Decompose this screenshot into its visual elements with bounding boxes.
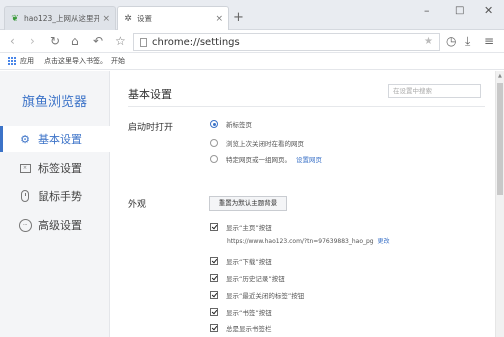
- page-icon: [140, 37, 147, 47]
- bookmark-import[interactable]: 点击这里导入书签。: [44, 56, 107, 66]
- scroll-up-arrow-icon[interactable]: ▲: [498, 73, 502, 79]
- title-bar: ❦ hao123_上网从这里开始 × ✲ 设置 × + – □ ✕: [0, 0, 504, 30]
- option-label: 新标签页: [226, 121, 252, 129]
- tab-hao123[interactable]: ❦ hao123_上网从这里开始 ×: [4, 6, 116, 30]
- homepage-url-row: https://www.hao123.com/?tn=97639883_hao_…: [227, 236, 390, 245]
- checkbox-label: 显示“下载”按钮: [226, 258, 272, 266]
- checkbox-label: 显示“历史记录”按钮: [226, 275, 285, 283]
- menu-icon[interactable]: ≡: [484, 34, 494, 48]
- checkbox-show-bookmark-bar[interactable]: 总是显示书签栏: [210, 323, 272, 333]
- bookmark-apps[interactable]: 应用: [20, 56, 34, 66]
- divider: [128, 106, 485, 107]
- bookmark-start[interactable]: 开始: [111, 56, 125, 66]
- new-tab-button[interactable]: +: [233, 10, 244, 25]
- radio-button[interactable]: [210, 120, 218, 128]
- change-homepage-link[interactable]: 更改: [378, 238, 390, 245]
- tab-icon: ×: [18, 161, 32, 175]
- brand-title: 旗鱼浏览器: [22, 95, 88, 110]
- checkbox-history-button[interactable]: 显示“历史记录”按钮: [210, 273, 285, 283]
- checkbox-label: 显示“主页”按钮: [226, 224, 272, 232]
- history-icon[interactable]: ◷: [446, 34, 456, 48]
- checkbox[interactable]: [210, 257, 218, 265]
- appearance-section-label: 外观: [128, 200, 147, 210]
- settings-search-input[interactable]: 在设置中搜索: [388, 84, 481, 98]
- sidebar-item-mouse[interactable]: 鼠标手势: [0, 183, 110, 209]
- checkbox[interactable]: [210, 324, 218, 332]
- sidebar-item-label: 基本设置: [38, 133, 82, 146]
- reset-theme-button[interactable]: 重置为默认主题背景: [209, 196, 287, 211]
- scrollbar[interactable]: ▲: [495, 71, 504, 337]
- url-text: chrome://settings: [152, 36, 240, 48]
- star-icon[interactable]: ★: [424, 36, 433, 47]
- undo-close-button[interactable]: ↶: [93, 34, 103, 48]
- checkbox-label: 总是显示书签栏: [226, 325, 272, 333]
- download-icon[interactable]: ⤓: [465, 34, 470, 49]
- startup-section-label: 启动时打开: [128, 123, 174, 133]
- close-window-button[interactable]: ✕: [484, 4, 493, 17]
- checkbox-recent-tabs-button[interactable]: 显示“最近关闭的标签”按钮: [210, 290, 304, 300]
- checkbox-download-button[interactable]: 显示“下载”按钮: [210, 256, 272, 266]
- address-bar[interactable]: chrome://settings ★: [133, 33, 440, 51]
- tab-settings[interactable]: ✲ 设置 ×: [117, 6, 229, 30]
- checkbox[interactable]: [210, 274, 218, 282]
- page-title: 基本设置: [128, 88, 172, 101]
- bookmarks-bar: 应用 点击这里导入书签。 开始: [0, 53, 504, 70]
- sidebar-item-label: 高级设置: [38, 219, 82, 232]
- checkbox-home-button[interactable]: 显示“主页”按钮: [210, 222, 272, 232]
- set-pages-link[interactable]: 设置网页: [296, 154, 322, 164]
- settings-sidebar: 旗鱼浏览器 ⚙ 基本设置 × 标签设置 鼠标手势 ··· 高级设置: [0, 71, 110, 337]
- sidebar-item-basic[interactable]: ⚙ 基本设置: [0, 126, 110, 152]
- forward-button[interactable]: ›: [30, 34, 35, 48]
- mouse-icon: [18, 189, 32, 203]
- checkbox[interactable]: [210, 308, 218, 316]
- reload-button[interactable]: ↻: [50, 34, 60, 48]
- leaf-icon: ❦: [11, 13, 19, 24]
- toolbar: ‹ › ↻ ⌂ ↶ ☆ chrome://settings ★ ◷ ⤓ ≡: [0, 31, 504, 53]
- close-icon[interactable]: ×: [215, 14, 223, 24]
- tab-title: hao123_上网从这里开始: [24, 14, 99, 23]
- startup-option-continue[interactable]: 浏览上次关闭时在看的网页: [210, 138, 304, 148]
- settings-main: 基本设置 在设置中搜索 启动时打开 新标签页 浏览上次关闭时在看的网页 特定网页…: [111, 71, 494, 337]
- sidebar-item-label: 鼠标手势: [38, 190, 82, 203]
- sidebar-item-advanced[interactable]: ··· 高级设置: [0, 212, 110, 238]
- minimize-button[interactable]: –: [424, 4, 430, 17]
- maximize-button[interactable]: □: [455, 5, 464, 16]
- homepage-url: https://www.hao123.com/?tn=97639883_hao_…: [227, 238, 374, 245]
- tab-title: 设置: [137, 14, 152, 23]
- checkbox[interactable]: [210, 291, 218, 299]
- checkbox-label: 显示“最近关闭的标签”按钮: [226, 292, 305, 300]
- startup-option-newtab[interactable]: 新标签页: [210, 119, 252, 129]
- more-icon: ···: [18, 218, 32, 232]
- close-icon[interactable]: ×: [102, 14, 110, 24]
- scrollbar-thumb[interactable]: [497, 83, 503, 195]
- back-button[interactable]: ‹: [10, 34, 15, 48]
- radio-button[interactable]: [210, 139, 218, 147]
- option-label: 特定网页或一组网页。: [226, 156, 291, 164]
- bookmark-star-icon[interactable]: ☆: [115, 34, 126, 48]
- sidebar-item-tabs[interactable]: × 标签设置: [0, 155, 110, 181]
- home-button[interactable]: ⌂: [71, 34, 79, 48]
- gear-icon: ⚙: [20, 132, 30, 146]
- sidebar-item-label: 标签设置: [38, 162, 82, 175]
- startup-option-specific[interactable]: 特定网页或一组网页。 设置网页: [210, 154, 322, 164]
- radio-button[interactable]: [210, 155, 218, 163]
- checkbox-bookmarks-button[interactable]: 显示“书签”按钮: [210, 307, 272, 317]
- checkbox-label: 显示“书签”按钮: [226, 309, 272, 317]
- checkbox[interactable]: [210, 223, 218, 231]
- apps-icon[interactable]: [8, 57, 16, 65]
- gear-icon: ✲: [124, 13, 132, 24]
- option-label: 浏览上次关闭时在看的网页: [226, 140, 304, 148]
